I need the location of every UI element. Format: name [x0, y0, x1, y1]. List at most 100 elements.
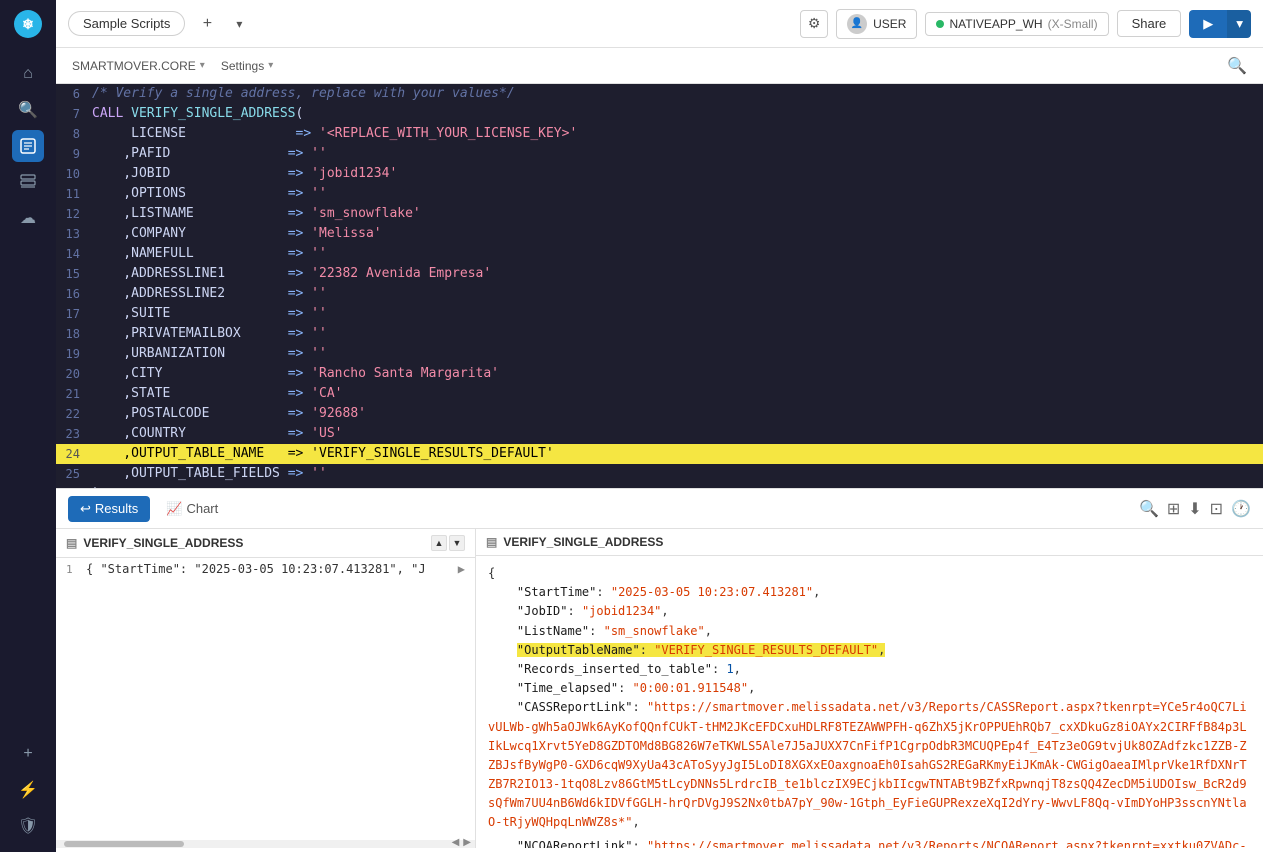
- warehouse-status-dot: [936, 20, 944, 28]
- code-line-11: 11 ,OPTIONS => '': [56, 184, 1263, 204]
- wh-size: (X-Small): [1048, 17, 1098, 31]
- results-tab-label: Results: [95, 501, 138, 516]
- table-row[interactable]: 1 { "StartTime": "2025-03-05 10:23:07.41…: [56, 558, 475, 580]
- dropdown-button[interactable]: ▾: [225, 10, 253, 38]
- chart-tab-label: Chart: [186, 501, 218, 516]
- topbar-add-icons: + ▾: [193, 10, 253, 38]
- tab-settings-label: Settings: [221, 59, 264, 73]
- sidebar-item-data[interactable]: [12, 166, 44, 198]
- row-number: 1: [66, 563, 86, 576]
- run-icon: ▶: [1203, 16, 1213, 32]
- sidebar-item-add[interactable]: +: [12, 738, 44, 770]
- table-title-icon: ▤: [66, 536, 77, 550]
- wh-label: NATIVEAPP_WH: [949, 17, 1042, 31]
- json-line-jobid: "JobID": "jobid1234",: [488, 602, 1251, 621]
- results-split-icon[interactable]: ⊡: [1210, 499, 1223, 519]
- row-expand-arrow[interactable]: ▶: [458, 562, 465, 576]
- scroll-left-arrow[interactable]: ◀: [452, 837, 460, 848]
- user-label: USER: [873, 17, 906, 31]
- code-line-24: 24 ,OUTPUT_TABLE_NAME => 'VERIFY_SINGLE_…: [56, 444, 1263, 464]
- results-clock-icon[interactable]: 🕐: [1231, 499, 1251, 519]
- results-toolbar-icons: 🔍 ⊞ ⬇ ⊡ 🕐: [1139, 499, 1251, 519]
- json-header-icon: ▤: [486, 535, 497, 549]
- results-container: ↩ Results 📈 Chart 🔍 ⊞ ⬇ ⊡ 🕐 ▤ VERIFY_S: [56, 488, 1263, 848]
- user-badge[interactable]: 👤 USER: [836, 9, 917, 39]
- sidebar-item-home[interactable]: ⌂: [12, 58, 44, 90]
- tab-chevron-1: ▾: [200, 60, 205, 71]
- code-line-21: 21 ,STATE => 'CA': [56, 384, 1263, 404]
- code-line-10: 10 ,JOBID => 'jobid1234': [56, 164, 1263, 184]
- json-panel: ▤ VERIFY_SINGLE_ADDRESS { "StartTime": "…: [476, 529, 1263, 848]
- results-search-icon[interactable]: 🔍: [1139, 499, 1159, 519]
- code-line-26: 26 );: [56, 484, 1263, 488]
- table-scroll-area[interactable]: 1 { "StartTime": "2025-03-05 10:23:07.41…: [56, 558, 475, 848]
- code-line-13: 13 ,COMPANY => 'Melissa': [56, 224, 1263, 244]
- json-line-listname: "ListName": "sm_snowflake",: [488, 622, 1251, 641]
- sidebar-item-search[interactable]: 🔍: [12, 94, 44, 126]
- chart-tab-button[interactable]: 📈 Chart: [154, 496, 230, 522]
- table-header: ▤ VERIFY_SINGLE_ADDRESS ▲ ▼: [56, 529, 475, 558]
- code-line-22: 22 ,POSTALCODE => '92688': [56, 404, 1263, 424]
- code-line-23: 23 ,COUNTRY => 'US': [56, 424, 1263, 444]
- code-line-6: 6 /* Verify a single address, replace wi…: [56, 84, 1263, 104]
- table-horizontal-scrollbar[interactable]: ◀ ▶: [56, 840, 475, 848]
- code-line-25: 25 ,OUTPUT_TABLE_FIELDS => '': [56, 464, 1263, 484]
- worksheet-tab[interactable]: Sample Scripts: [68, 11, 185, 36]
- tab-label: Sample Scripts: [83, 16, 170, 31]
- code-line-19: 19 ,URBANIZATION => '': [56, 344, 1263, 364]
- table-panel: ▤ VERIFY_SINGLE_ADDRESS ▲ ▼ 1 { "StartTi…: [56, 529, 476, 848]
- sidebar: ❄ ⌂ 🔍 ☁ + ⚡ 🛡: [0, 0, 56, 852]
- results-tabs-bar: ↩ Results 📈 Chart 🔍 ⊞ ⬇ ⊡ 🕐: [56, 489, 1263, 529]
- scrollbar-thumb: [64, 841, 184, 847]
- sidebar-item-cloud[interactable]: ☁: [12, 202, 44, 234]
- results-body: ▤ VERIFY_SINGLE_ADDRESS ▲ ▼ 1 { "StartTi…: [56, 529, 1263, 848]
- json-header: ▤ VERIFY_SINGLE_ADDRESS: [476, 529, 1263, 556]
- code-line-9: 9 ,PAFID => '': [56, 144, 1263, 164]
- json-title: VERIFY_SINGLE_ADDRESS: [503, 535, 663, 549]
- code-line-12: 12 ,LISTNAME => 'sm_snowflake': [56, 204, 1263, 224]
- editor-search-button[interactable]: 🔍: [1227, 56, 1247, 76]
- topbar-right: ⚙ 👤 USER NATIVEAPP_WH (X-Small) Share ▶ …: [800, 9, 1251, 39]
- code-line-7: 7 CALL VERIFY_SINGLE_ADDRESS(: [56, 104, 1263, 124]
- json-content[interactable]: { "StartTime": "2025-03-05 10:23:07.4132…: [476, 556, 1263, 848]
- run-button-group: ▶ ▾: [1189, 10, 1251, 38]
- code-editor[interactable]: 6 /* Verify a single address, replace wi…: [56, 84, 1263, 488]
- json-line-cassreport: "CASSReportLink": "https://smartmover.me…: [488, 698, 1251, 832]
- add-tab-button[interactable]: +: [193, 10, 221, 38]
- app-logo[interactable]: ❄: [12, 8, 44, 40]
- editor-container: SMARTMOVER.CORE ▾ Settings ▾ 🔍 6 /* Veri…: [56, 48, 1263, 488]
- sidebar-item-security[interactable]: 🛡: [12, 810, 44, 842]
- json-line-elapsed: "Time_elapsed": "0:00:01.911548",: [488, 679, 1251, 698]
- scroll-down-button[interactable]: ▼: [449, 535, 465, 551]
- tab-smartmover-label: SMARTMOVER.CORE: [72, 59, 196, 73]
- run-dropdown-button[interactable]: ▾: [1227, 10, 1251, 38]
- scroll-up-button[interactable]: ▲: [431, 535, 447, 551]
- main-content: Sample Scripts + ▾ ⚙ 👤 USER NATIVEAPP_WH…: [56, 0, 1263, 852]
- results-download-icon[interactable]: ⬇: [1188, 499, 1201, 519]
- code-line-8: 8 LICENSE => '<REPLACE_WITH_YOUR_LICENSE…: [56, 124, 1263, 144]
- sidebar-item-worksheets[interactable]: [12, 130, 44, 162]
- tab-chevron-2: ▾: [268, 60, 273, 71]
- table-nav-arrows: ◀ ▶: [448, 837, 475, 848]
- sidebar-item-activities[interactable]: ⚡: [12, 774, 44, 806]
- json-line-starttime: "StartTime": "2025-03-05 10:23:07.413281…: [488, 583, 1251, 602]
- results-tab-button[interactable]: ↩ Results: [68, 496, 150, 522]
- json-open-brace: {: [488, 564, 1251, 583]
- code-line-16: 16 ,ADDRESSLINE2 => '': [56, 284, 1263, 304]
- code-line-14: 14 ,NAMEFULL => '': [56, 244, 1263, 264]
- run-button[interactable]: ▶: [1189, 10, 1227, 38]
- json-line-records: "Records_inserted_to_table": 1,: [488, 660, 1251, 679]
- filter-button[interactable]: ⚙: [800, 10, 828, 38]
- share-button[interactable]: Share: [1117, 10, 1182, 37]
- warehouse-badge[interactable]: NATIVEAPP_WH (X-Small): [925, 12, 1108, 36]
- scroll-right-arrow[interactable]: ▶: [463, 837, 471, 848]
- tab-settings[interactable]: Settings ▾: [221, 53, 273, 79]
- table-title: VERIFY_SINGLE_ADDRESS: [83, 536, 243, 550]
- row-content: { "StartTime": "2025-03-05 10:23:07.4132…: [86, 562, 458, 576]
- chart-tab-icon: 📈: [166, 501, 182, 517]
- results-grid-icon[interactable]: ⊞: [1167, 499, 1180, 519]
- svg-text:❄: ❄: [22, 16, 34, 32]
- editor-tabs: SMARTMOVER.CORE ▾ Settings ▾ 🔍: [56, 48, 1263, 84]
- tab-smartmover-core[interactable]: SMARTMOVER.CORE ▾: [72, 53, 205, 79]
- code-line-18: 18 ,PRIVATEMAILBOX => '': [56, 324, 1263, 344]
